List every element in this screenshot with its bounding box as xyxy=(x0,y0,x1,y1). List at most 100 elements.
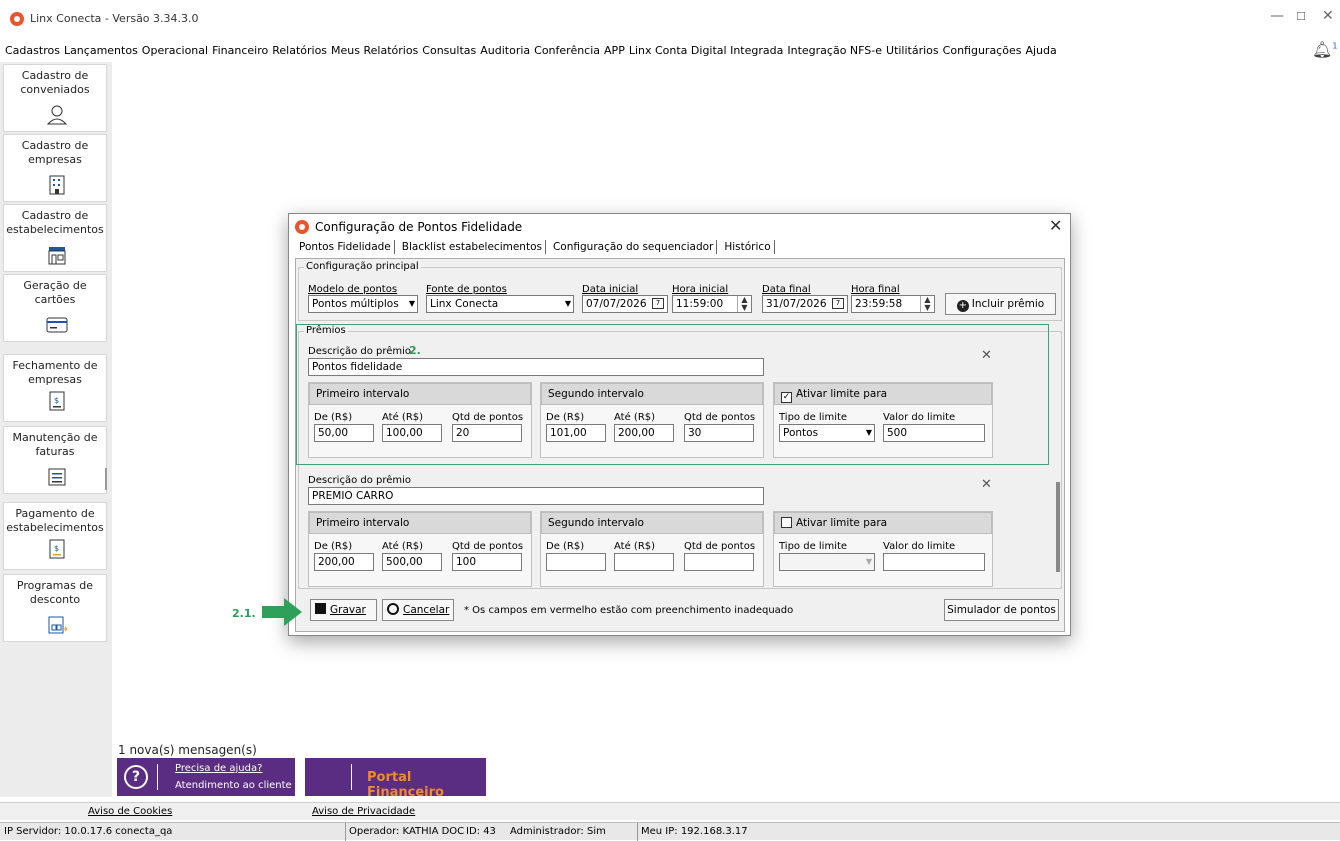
status-bar: IP Servidor: 10.0.17.6 conecta_qa Operad… xyxy=(0,822,1340,841)
interval2-ate-input[interactable] xyxy=(614,553,674,571)
hora-inicial-input[interactable]: 11:59:00 ▲ ▼ xyxy=(672,295,752,313)
portal-financeiro-button[interactable]: Portal Financeiro xyxy=(305,758,486,800)
prize-desc-label: Descrição do prêmio xyxy=(308,475,412,486)
prizes-scrollbar[interactable] xyxy=(1056,482,1060,572)
menu-linx-conta-digital[interactable]: Linx Conta Digital Integrada xyxy=(629,44,784,57)
sidebar-item-empresas[interactable]: Cadastro de empresas xyxy=(3,134,107,202)
privacy-link[interactable]: Aviso de Privacidade xyxy=(312,806,415,817)
sidebar-item-geracao-cartoes[interactable]: Geração de cartões xyxy=(3,274,107,342)
data-inicial-input[interactable]: 07/07/2026 7 xyxy=(582,295,668,313)
menu-meus-relatorios[interactable]: Meus Relatórios xyxy=(331,44,418,57)
calendar-icon[interactable]: 7 xyxy=(652,298,664,309)
include-prize-label: Incluir prêmio xyxy=(971,298,1045,310)
menu-lancamentos[interactable]: Lançamentos xyxy=(64,44,138,57)
data-final-input[interactable]: 31/07/2026 7 xyxy=(762,295,848,313)
help-subtitle: Atendimento ao cliente xyxy=(175,780,292,791)
menu-cadastros[interactable]: Cadastros xyxy=(5,44,60,57)
sidebar-splitter[interactable] xyxy=(105,468,107,490)
interval1-de-input[interactable]: 200,00 xyxy=(314,553,374,571)
sidebar-item-conveniados[interactable]: Cadastro de conveniados xyxy=(3,64,107,132)
points-simulator-button[interactable]: Simulador de pontos xyxy=(944,599,1059,621)
help-link[interactable]: Precisa de ajuda? xyxy=(175,763,262,774)
calendar-icon[interactable]: 7 xyxy=(832,298,844,309)
interval1-qtd-input[interactable]: 100 xyxy=(452,553,522,571)
modelo-label: Modelo de pontos xyxy=(308,284,398,295)
dialog-close-icon[interactable]: ✕ xyxy=(1049,216,1062,235)
col-de-label: De (R$) xyxy=(546,541,585,552)
data-inicial-label: Data inicial xyxy=(582,284,639,295)
interval1-ate-input[interactable]: 500,00 xyxy=(382,553,442,571)
close-icon[interactable]: ✕ xyxy=(1322,8,1334,24)
messages-count[interactable]: 1 nova(s) mensagen(s) xyxy=(118,743,257,757)
interval1-header: Primeiro intervalo xyxy=(309,512,531,534)
notification-bell-icon[interactable]: 🔔︎1 xyxy=(1312,40,1337,59)
menu-conferencia[interactable]: Conferência xyxy=(534,44,600,57)
fonte-label: Fonte de pontos xyxy=(426,284,507,295)
status-operator: Operador: KATHIA DOC xyxy=(349,826,465,837)
sidebar-item-manutencao-faturas[interactable]: Manutenção de faturas xyxy=(3,426,107,494)
tab-historico[interactable]: Histórico xyxy=(722,241,772,253)
store-icon xyxy=(48,247,66,265)
col-de-label: De (R$) xyxy=(314,541,353,552)
modelo-select[interactable]: Pontos múltiplos ▼ xyxy=(308,295,418,313)
plus-circle-icon: + xyxy=(956,300,969,312)
highlight-box xyxy=(296,324,1049,465)
limit-checkbox[interactable] xyxy=(781,517,792,528)
menu-auditoria[interactable]: Auditoria xyxy=(480,44,530,57)
include-prize-button[interactable]: + Incluir prêmio xyxy=(945,293,1056,315)
col-qtd-label: Qtd de pontos xyxy=(684,541,756,552)
dialog-title: Configuração de Pontos Fidelidade xyxy=(315,220,523,234)
sidebar-item-label: Geração de cartões xyxy=(23,279,87,306)
building-icon xyxy=(49,175,65,195)
help-icon: ? xyxy=(124,765,148,789)
save-label: Gravar xyxy=(330,604,366,616)
save-button[interactable]: Gravar xyxy=(310,599,377,621)
limit-header[interactable]: Ativar limite para xyxy=(774,512,992,534)
tab-pontos-fidelidade[interactable]: Pontos Fidelidade xyxy=(297,241,393,253)
menu-app[interactable]: APP xyxy=(604,44,625,57)
sidebar-item-estabelecimentos[interactable]: Cadastro de estabelecimentos xyxy=(3,204,107,272)
sidebar-item-label: Manutenção de faturas xyxy=(12,431,98,458)
menu-consultas[interactable]: Consultas xyxy=(422,44,476,57)
fonte-select[interactable]: Linx Conecta ▼ xyxy=(426,295,574,313)
menu-operacional[interactable]: Operacional xyxy=(142,44,208,57)
spinner-icon[interactable]: ▲ ▼ xyxy=(920,296,934,312)
menu-relatorios[interactable]: Relatórios xyxy=(272,44,327,57)
hora-inicial-label: Hora inicial xyxy=(672,284,729,295)
interval2-qtd-input[interactable] xyxy=(684,553,754,571)
col-ate-label: Até (R$) xyxy=(382,541,424,552)
menu-integracao-nfse[interactable]: Integração NFS-e xyxy=(787,44,882,57)
interval2-de-input[interactable] xyxy=(546,553,606,571)
menu-ajuda[interactable]: Ajuda xyxy=(1025,44,1056,57)
sidebar-item-label: Fechamento de empresas xyxy=(12,359,98,386)
spinner-icon[interactable]: ▲ ▼ xyxy=(737,296,751,312)
cookies-link[interactable]: Aviso de Cookies xyxy=(88,806,172,817)
hora-inicial-value: 11:59:00 xyxy=(676,298,724,310)
invoice-close-icon: $ xyxy=(49,391,65,411)
limit-box: Ativar limite para Tipo de limite Valor … xyxy=(773,511,993,587)
svg-text:$: $ xyxy=(54,544,59,553)
hora-final-input[interactable]: 23:59:58 ▲ ▼ xyxy=(851,295,935,313)
fonte-value: Linx Conecta xyxy=(430,298,499,310)
col-qtd-label: Qtd de pontos xyxy=(452,541,524,552)
card-icon xyxy=(46,317,68,333)
sidebar-item-label: Cadastro de empresas xyxy=(21,139,89,166)
help-panel[interactable]: ? Precisa de ajuda? Atendimento ao clien… xyxy=(117,758,295,796)
cancel-button[interactable]: Cancelar xyxy=(382,599,454,621)
menu-configuracoes[interactable]: Configurações xyxy=(943,44,1022,57)
limit-type-select[interactable]: ▼ xyxy=(779,553,875,571)
remove-prize-icon[interactable]: ✕ xyxy=(981,477,992,492)
app-logo-icon xyxy=(10,12,24,26)
sidebar-item-programas-desconto[interactable]: Programas de desconto xyxy=(3,574,107,642)
menu-utilitarios[interactable]: Utilitários xyxy=(886,44,939,57)
tab-blacklist[interactable]: Blacklist estabelecimentos xyxy=(400,241,544,253)
minimize-icon[interactable]: — xyxy=(1270,8,1284,24)
hora-final-label: Hora final xyxy=(851,284,900,295)
menu-financeiro[interactable]: Financeiro xyxy=(212,44,268,57)
prize-desc-input[interactable]: PREMIO CARRO xyxy=(308,487,764,505)
limit-value-input[interactable] xyxy=(883,553,985,571)
sidebar-item-fechamento-empresas[interactable]: Fechamento de empresas $ xyxy=(3,354,107,422)
maximize-icon[interactable]: ☐ xyxy=(1296,10,1306,23)
tab-sequenciador[interactable]: Configuração do sequenciador xyxy=(551,241,715,253)
sidebar-item-pagamento-estabelecimentos[interactable]: Pagamento de estabelecimentos $ xyxy=(3,502,107,570)
